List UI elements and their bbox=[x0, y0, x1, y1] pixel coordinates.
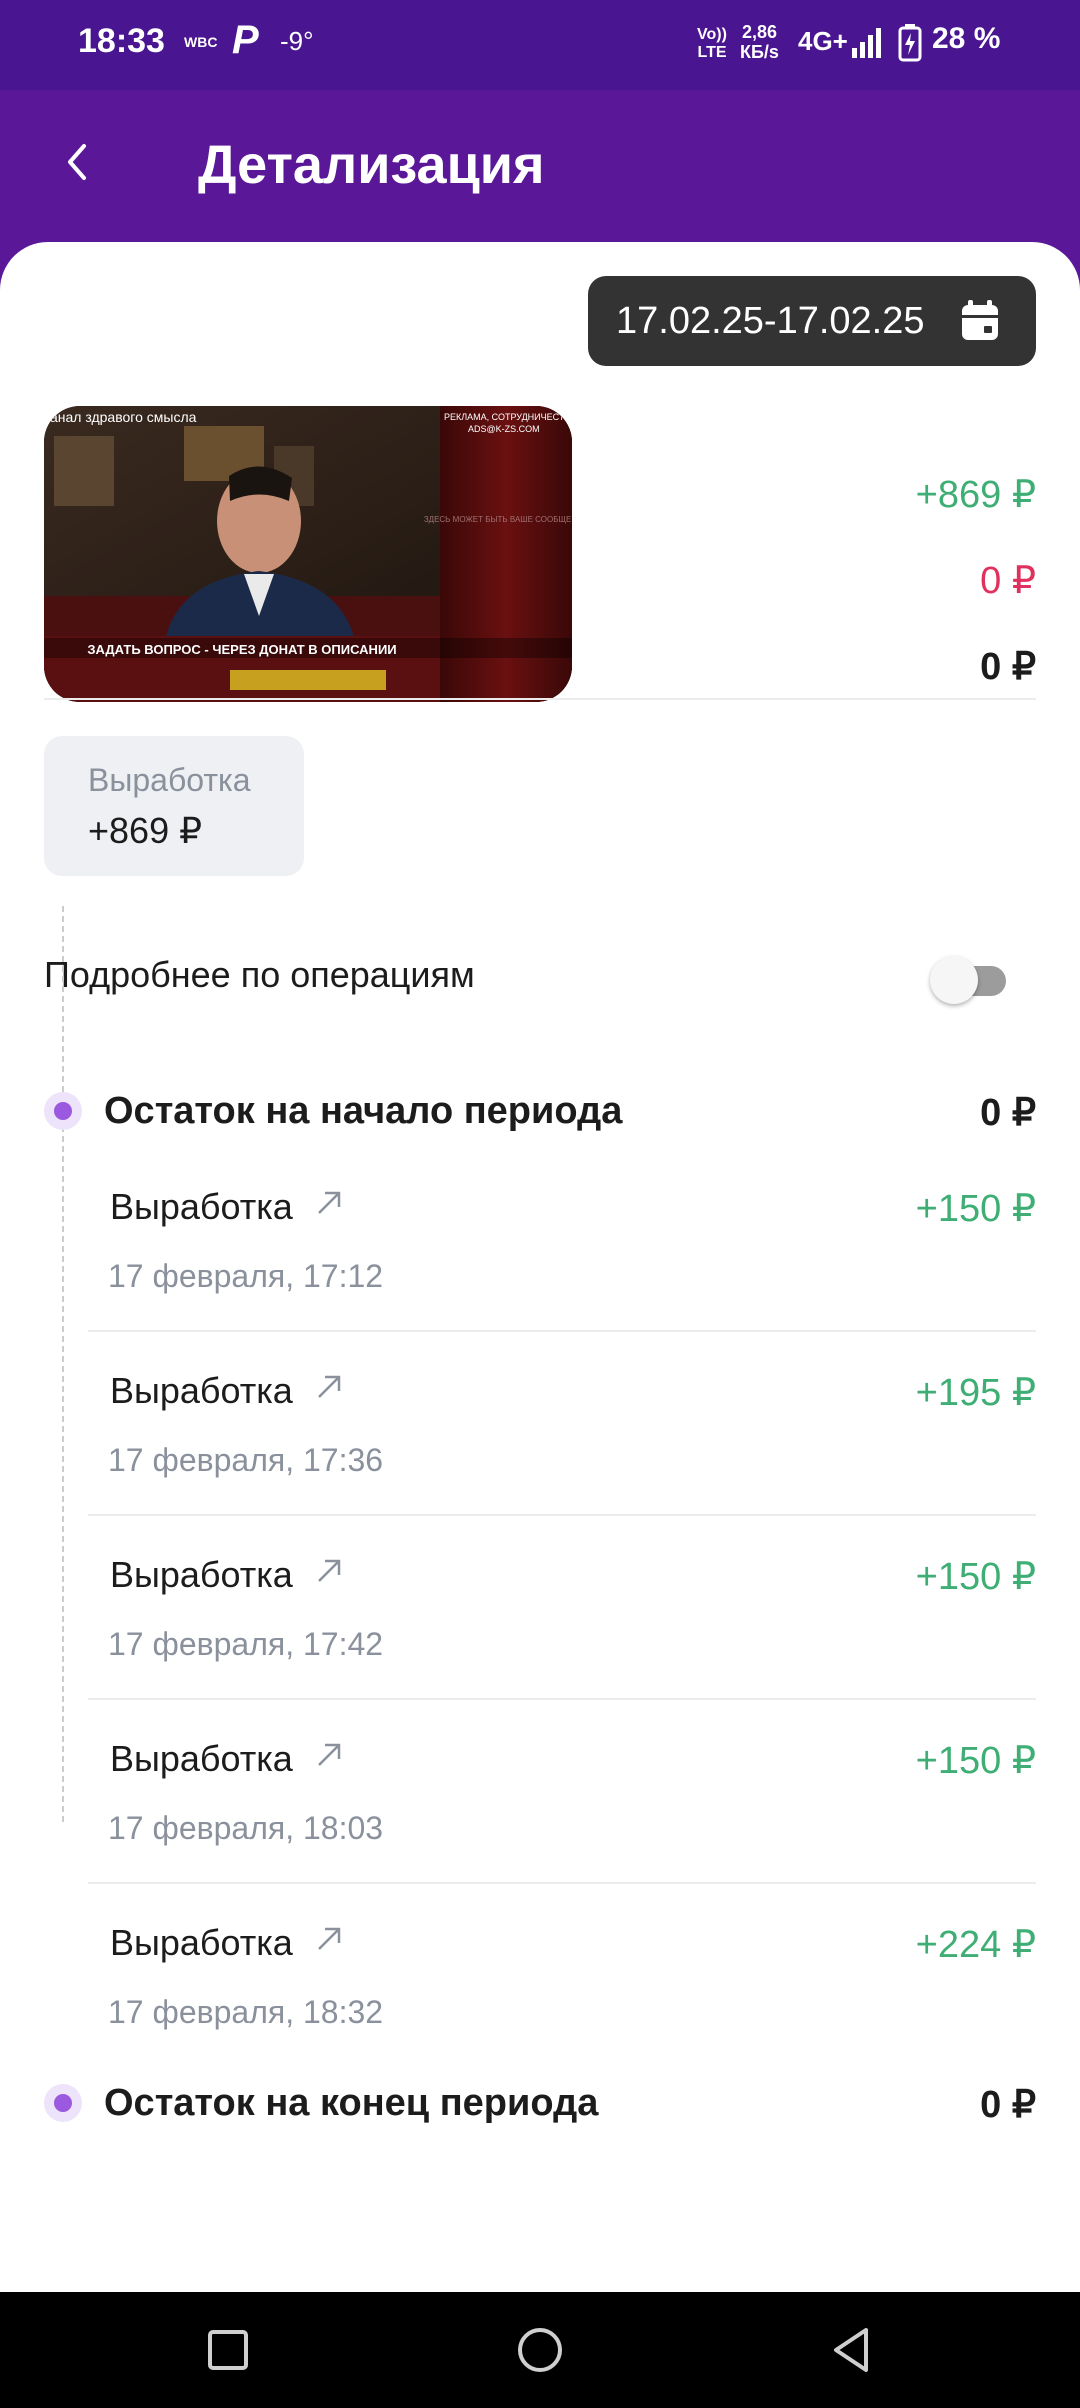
divider bbox=[88, 1882, 1036, 1884]
video-channel-caption: анал здравого смысла bbox=[50, 409, 197, 425]
timeline-dot-end bbox=[44, 2084, 82, 2122]
operation-date: 17 февраля, 18:03 bbox=[108, 1810, 384, 1846]
battery-charging-icon bbox=[898, 24, 922, 62]
toggle-knob bbox=[930, 956, 978, 1004]
operation-title: Выработка bbox=[110, 1738, 293, 1779]
video-thumbnail[interactable]: ЗАДАТЬ ВОПРОС - ЧЕРЕЗ ДОНАТ В ОПИСАНИИ а… bbox=[44, 406, 572, 702]
period-start-amount: 0 ₽ bbox=[980, 1092, 1036, 1134]
recents-icon[interactable] bbox=[198, 2320, 258, 2380]
period-end-label: Остаток на конец периода bbox=[104, 2082, 599, 2124]
network-type: 4G+ bbox=[798, 26, 848, 56]
app-bar: Детализация bbox=[0, 90, 1080, 240]
divider bbox=[88, 1698, 1036, 1700]
page-title: Детализация bbox=[198, 135, 545, 195]
operation-date: 17 февраля, 17:42 bbox=[108, 1626, 384, 1662]
earnings-card-label: Выработка bbox=[88, 762, 251, 798]
battery-percent: 28 % bbox=[932, 22, 1001, 55]
operation-title: Выработка bbox=[110, 1370, 293, 1411]
signal-icon bbox=[852, 28, 881, 58]
calendar-icon bbox=[962, 300, 998, 340]
arrow-up-right-icon bbox=[318, 1559, 341, 1582]
divider bbox=[88, 1330, 1036, 1332]
arrow-up-right-icon bbox=[318, 1375, 341, 1398]
arrow-up-right-icon bbox=[318, 1927, 341, 1950]
date-range-text: 17.02.25-17.02.25 bbox=[616, 300, 925, 342]
arrow-up-right-icon bbox=[318, 1743, 341, 1766]
video-ad-email: ADS@K-ZS.COM bbox=[468, 424, 540, 434]
status-bar: 18:33 WBC P -9° Vo)) LTE 2,86 КБ/s 4G+ 2… bbox=[0, 0, 1080, 90]
status-temperature: -9° bbox=[280, 26, 314, 56]
operation-amount: +150 ₽ bbox=[915, 1556, 1036, 1598]
p-app-icon: P bbox=[232, 18, 259, 62]
timeline-line bbox=[62, 906, 64, 1822]
summary-income: +869 ₽ bbox=[915, 474, 1036, 516]
system-nav-bar bbox=[0, 2292, 1080, 2408]
summary-balance: 0 ₽ bbox=[980, 646, 1036, 688]
divider bbox=[44, 698, 1036, 700]
operation-title: Выработка bbox=[110, 1186, 293, 1227]
operation-title: Выработка bbox=[110, 1554, 293, 1595]
operation-date: 17 февраля, 17:36 bbox=[108, 1442, 384, 1478]
date-range-button[interactable]: 17.02.25-17.02.25 bbox=[588, 276, 1036, 366]
video-banner-text: ЗАДАТЬ ВОПРОС - ЧЕРЕЗ ДОНАТ В ОПИСАНИИ bbox=[87, 642, 396, 657]
net-speed: 2,86 КБ/s bbox=[740, 22, 779, 62]
period-start-label: Остаток на начало периода bbox=[104, 1090, 623, 1132]
operation-date: 17 февраля, 18:32 bbox=[108, 1994, 384, 2030]
operation-amount: +195 ₽ bbox=[915, 1372, 1036, 1414]
operation-amount: +150 ₽ bbox=[915, 1188, 1036, 1230]
back-arrow-icon[interactable] bbox=[58, 142, 98, 182]
video-ad-caption: РЕКЛАМА, СОТРУДНИЧЕСТВО bbox=[444, 412, 572, 422]
period-end-amount: 0 ₽ bbox=[980, 2084, 1036, 2126]
net-speed-unit: КБ/s bbox=[740, 42, 779, 62]
arrow-up-right-icon bbox=[318, 1191, 341, 1214]
content-sheet: 17.02.25-17.02.25 ЗАДАТЬ ВОПРОС - ЧЕРЕЗ … bbox=[0, 242, 1080, 2292]
operation-date: 17 февраля, 17:12 bbox=[108, 1258, 384, 1294]
earnings-card: Выработка +869 ₽ bbox=[44, 736, 304, 876]
net-speed-value: 2,86 bbox=[741, 22, 777, 42]
status-carrier-badge: WBC bbox=[184, 34, 218, 50]
operation-amount: +150 ₽ bbox=[915, 1740, 1036, 1782]
summary-expense: 0 ₽ bbox=[980, 560, 1036, 602]
home-icon[interactable] bbox=[510, 2320, 570, 2380]
divider bbox=[88, 1514, 1036, 1516]
details-toggle-label: Подробнее по операциям bbox=[44, 954, 475, 995]
video-side-text: ЗДЕСЬ МОЖЕТ БЫТЬ ВАШЕ СООБЩЕНИЕ bbox=[424, 515, 572, 524]
operation-title: Выработка bbox=[110, 1922, 293, 1963]
details-toggle-switch[interactable] bbox=[930, 956, 1014, 1004]
back-icon[interactable] bbox=[822, 2320, 882, 2380]
video-frame-image: ЗАДАТЬ ВОПРОС - ЧЕРЕЗ ДОНАТ В ОПИСАНИИ а… bbox=[44, 406, 572, 702]
earnings-card-value: +869 ₽ bbox=[88, 810, 202, 851]
volte-icon: Vo)) LTE bbox=[697, 26, 727, 61]
timeline-dot-start bbox=[44, 1092, 82, 1130]
status-time: 18:33 bbox=[78, 22, 165, 60]
operation-amount: +224 ₽ bbox=[915, 1924, 1036, 1966]
